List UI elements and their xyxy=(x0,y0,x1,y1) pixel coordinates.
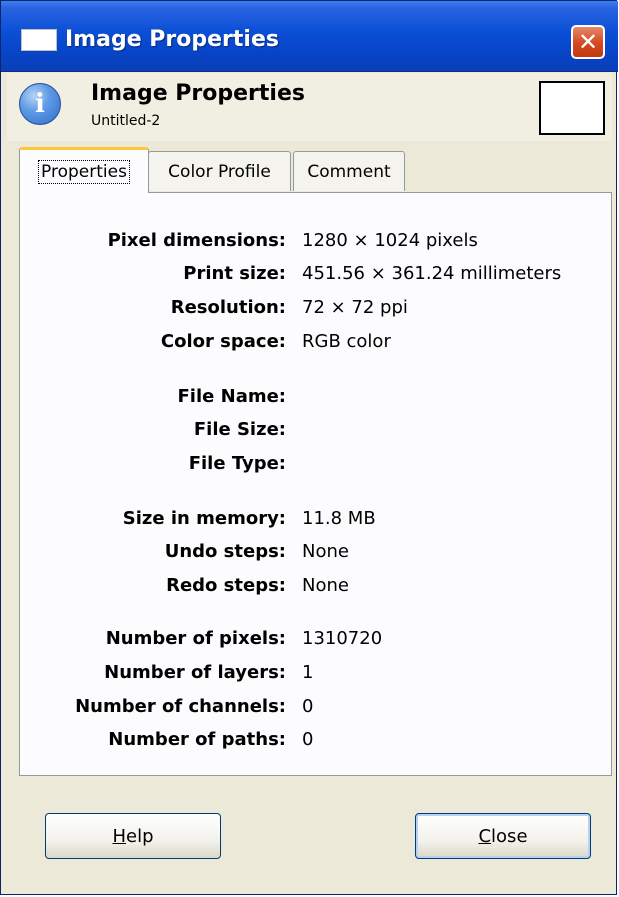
info-icon: i xyxy=(19,83,61,125)
resolution-label: Resolution: xyxy=(170,297,286,318)
row-number-of-pixels: Number of pixels: 1310720 xyxy=(1,625,611,653)
print-size-value: 451.56 × 361.24 millimeters xyxy=(302,263,562,284)
row-pixel-dimensions: Pixel dimensions: 1280 × 1024 pixels xyxy=(1,227,611,255)
row-number-of-channels: Number of channels: 0 xyxy=(1,693,611,721)
pixel-dimensions-value: 1280 × 1024 pixels xyxy=(302,230,478,251)
color-space-label: Color space: xyxy=(160,331,286,352)
help-button-label: elp xyxy=(126,825,154,847)
number-of-layers-value: 1 xyxy=(302,662,314,683)
row-file-size: File Size: xyxy=(1,416,611,444)
image-preview-thumbnail xyxy=(539,81,605,135)
help-mnemonic: H xyxy=(112,825,127,847)
tab-color-profile-label: Color Profile xyxy=(168,161,271,182)
print-size-label: Print size: xyxy=(183,263,286,284)
header-title: Image Properties xyxy=(91,81,305,106)
close-button-label: lose xyxy=(491,825,528,847)
close-icon: ✕ xyxy=(577,28,599,56)
row-file-name: File Name: xyxy=(1,383,611,411)
row-file-type: File Type: xyxy=(1,450,611,478)
file-type-label: File Type: xyxy=(188,453,286,474)
window-icon xyxy=(21,29,57,51)
size-in-memory-value: 11.8 MB xyxy=(302,508,376,529)
file-name-label: File Name: xyxy=(177,386,286,407)
redo-steps-label: Redo steps: xyxy=(166,575,286,596)
tab-properties[interactable]: Properties xyxy=(19,147,149,193)
row-number-of-paths: Number of paths: 0 xyxy=(1,726,611,754)
undo-steps-label: Undo steps: xyxy=(164,541,286,562)
number-of-layers-label: Number of layers: xyxy=(104,662,286,683)
row-resolution: Resolution: 72 × 72 ppi xyxy=(1,294,611,322)
number-of-paths-value: 0 xyxy=(302,729,314,750)
pixel-dimensions-label: Pixel dimensions: xyxy=(107,230,286,251)
redo-steps-value: None xyxy=(302,575,349,596)
number-of-pixels-value: 1310720 xyxy=(302,628,383,649)
number-of-channels-label: Number of channels: xyxy=(75,696,286,717)
close-window-button[interactable]: ✕ xyxy=(571,25,605,59)
header-subtitle: Untitled-2 xyxy=(91,113,161,129)
size-in-memory-label: Size in memory: xyxy=(122,508,286,529)
close-mnemonic: C xyxy=(478,825,492,847)
tab-color-profile[interactable]: Color Profile xyxy=(148,151,291,191)
help-button[interactable]: Help xyxy=(45,813,221,859)
row-print-size: Print size: 451.56 × 361.24 millimeters xyxy=(1,260,611,288)
tab-comment[interactable]: Comment xyxy=(293,151,405,191)
close-button[interactable]: Close xyxy=(415,813,591,859)
undo-steps-value: None xyxy=(302,541,349,562)
tab-comment-label: Comment xyxy=(307,161,391,182)
window-title: Image Properties xyxy=(65,27,279,52)
row-color-space: Color space: RGB color xyxy=(1,328,611,356)
image-properties-dialog: Image Properties ✕ i Image Properties Un… xyxy=(0,0,618,895)
row-number-of-layers: Number of layers: 1 xyxy=(1,659,611,687)
tab-properties-label: Properties xyxy=(38,159,130,184)
color-space-value: RGB color xyxy=(302,331,391,352)
row-undo-steps: Undo steps: None xyxy=(1,538,611,566)
number-of-pixels-label: Number of pixels: xyxy=(105,628,286,649)
file-size-label: File Size: xyxy=(193,419,286,440)
number-of-channels-value: 0 xyxy=(302,696,314,717)
row-size-in-memory: Size in memory: 11.8 MB xyxy=(1,505,611,533)
title-bar[interactable]: Image Properties ✕ xyxy=(1,1,618,72)
resolution-value: 72 × 72 ppi xyxy=(302,297,408,318)
row-redo-steps: Redo steps: None xyxy=(1,572,611,600)
number-of-paths-label: Number of paths: xyxy=(108,729,286,750)
